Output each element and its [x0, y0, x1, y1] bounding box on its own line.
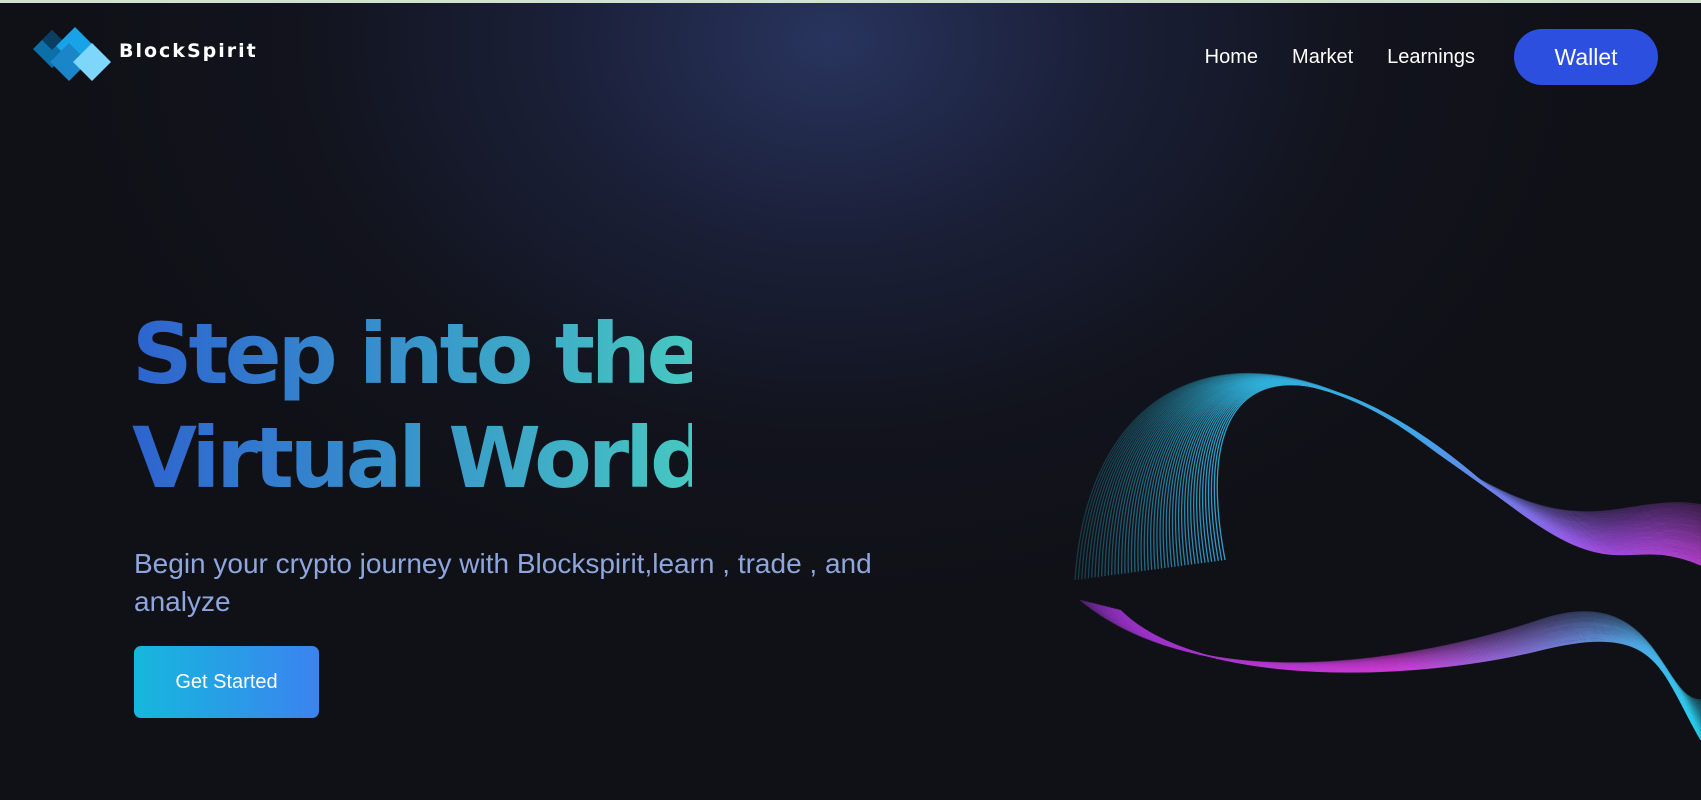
wave-line	[1080, 599, 1701, 702]
wave-line	[1079, 599, 1701, 701]
landing-page: BlockSpirit Home Market Learnings Wallet…	[0, 0, 1701, 800]
wave-mesh-illustration	[1074, 372, 1701, 741]
